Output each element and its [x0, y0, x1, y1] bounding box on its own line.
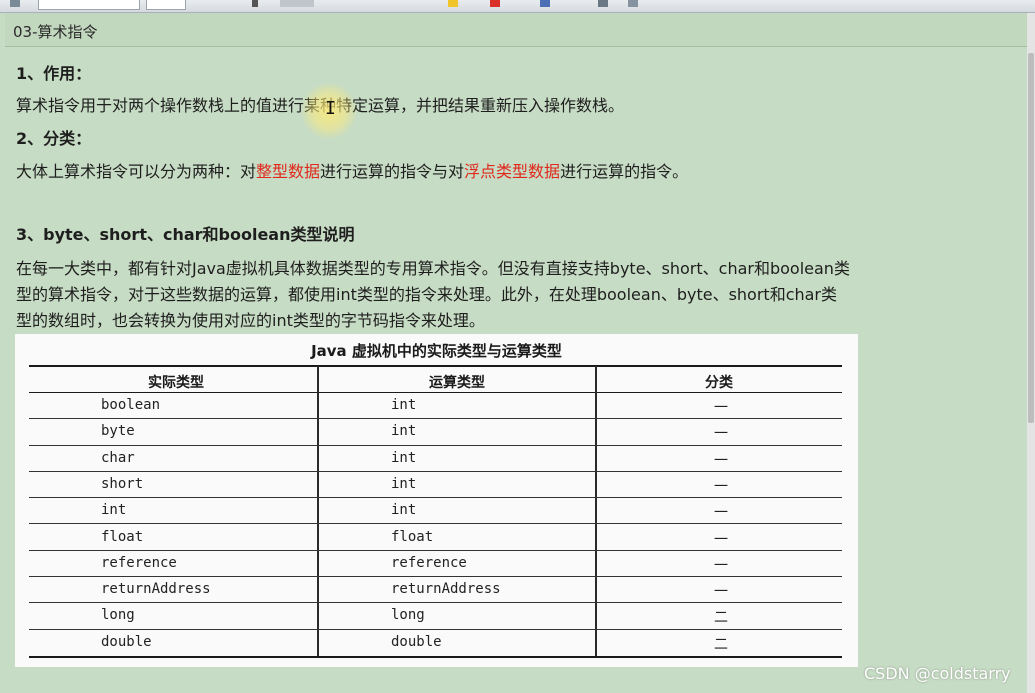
text-format-icon[interactable] — [252, 0, 258, 7]
computational-type-cell: returnAddress — [391, 581, 501, 598]
type-table-image: Java 虚拟机中的实际类型与运算类型 实际类型 运算类型 分类 boolean… — [15, 334, 858, 667]
computational-type-cell: float — [391, 528, 434, 545]
actual-type-cell: returnAddress — [101, 581, 211, 598]
actual-type-cell: long — [101, 607, 135, 624]
section2-text-b: 进行运算的指令与对 — [320, 162, 465, 181]
actual-type-cell: short — [101, 475, 144, 492]
actual-type-cell: double — [101, 633, 152, 650]
table-bottom-rule — [29, 656, 842, 658]
computational-type-cell: int — [391, 502, 417, 519]
note-title[interactable]: 03-算术指令 — [13, 21, 98, 42]
section2-text: 大体上算术指令可以分为两种：对整型数据进行运算的指令与对浮点类型数据进行运算的指… — [16, 158, 688, 182]
table-row: char int 一 — [15, 446, 858, 472]
category-cell: 二 — [714, 636, 728, 653]
table-row: double double 二 — [15, 630, 858, 656]
section3-line3: 型的数组时，也会转换为使用对应的int类型的字节码指令来处理。 — [16, 311, 485, 330]
table-row: reference reference 一 — [15, 551, 858, 578]
section1-heading: 1、作用： — [16, 64, 92, 83]
table-top-rule — [29, 365, 842, 367]
section2-text-c: 进行运算的指令。 — [560, 162, 689, 181]
actual-type-cell: int — [101, 502, 127, 519]
header-computational-type: 运算类型 — [429, 375, 485, 391]
align-icon[interactable] — [628, 0, 638, 7]
section3-line2: 型的算术指令，对于这些数据的运算，都使用int类型的指令来处理。此外，在处理bo… — [16, 285, 838, 304]
category-cell: 一 — [714, 452, 728, 469]
category-cell: 一 — [714, 505, 728, 522]
section2-heading: 2、分类： — [16, 129, 92, 148]
computational-type-cell: int — [391, 423, 417, 440]
computational-type-cell: int — [391, 449, 417, 466]
format-button[interactable] — [280, 0, 314, 7]
list-icon[interactable] — [540, 0, 550, 7]
table-caption: Java 虚拟机中的实际类型与运算类型 — [311, 342, 562, 360]
computational-type-cell: reference — [391, 554, 467, 571]
actual-type-cell: float — [101, 528, 144, 545]
category-cell: 二 — [714, 610, 728, 627]
computational-type-cell: double — [391, 633, 442, 650]
actual-type-cell: byte — [101, 423, 135, 440]
category-cell: 一 — [714, 557, 728, 574]
watermark: CSDN @coldstarry — [864, 664, 1011, 683]
note-title-bar: 03-算术指令 — [5, 13, 1027, 47]
table-row: boolean int 一 — [15, 393, 858, 420]
table-row: returnAddress returnAddress 一 — [15, 577, 858, 604]
section3-line1: 在每一大类中，都有针对Java虚拟机具体数据类型的专用算术指令。但没有直接支持b… — [16, 259, 850, 278]
font-size-box[interactable] — [146, 0, 186, 10]
computational-type-cell: int — [391, 397, 417, 413]
section2-text-a: 大体上算术指令可以分为两种：对 — [16, 162, 257, 181]
toolbar — [0, 0, 1035, 13]
back-icon[interactable] — [10, 0, 20, 7]
scrollbar-thumb[interactable] — [1028, 53, 1034, 423]
integer-data-highlight: 整型数据 — [256, 162, 321, 181]
table-row: short int 一 — [15, 472, 858, 499]
actual-type-cell: char — [101, 449, 135, 466]
category-cell: 一 — [714, 478, 728, 495]
computational-type-cell: int — [391, 475, 417, 492]
font-name-box[interactable] — [38, 0, 140, 10]
table-row: byte int 一 — [15, 419, 858, 446]
indent-icon[interactable] — [598, 0, 608, 7]
category-cell: 一 — [714, 426, 728, 443]
header-category: 分类 — [705, 375, 733, 391]
table-row: long long 二 — [15, 603, 858, 630]
highlight-icon[interactable] — [448, 0, 458, 7]
table-row: int int 一 — [15, 498, 858, 525]
category-cell: 一 — [714, 531, 728, 548]
vertical-scrollbar[interactable] — [1027, 13, 1035, 693]
section3-heading: 3、byte、short、char和boolean类型说明 — [16, 225, 355, 244]
header-actual-type: 实际类型 — [148, 375, 204, 391]
category-cell: 一 — [714, 400, 728, 416]
actual-type-cell: boolean — [101, 397, 161, 413]
computational-type-cell: long — [391, 607, 425, 624]
actual-type-cell: reference — [101, 554, 177, 571]
font-color-icon[interactable] — [490, 0, 500, 7]
category-cell: 一 — [714, 584, 728, 601]
text-cursor-icon: I — [325, 98, 336, 119]
table-row: float float 一 — [15, 525, 858, 551]
float-data-highlight: 浮点类型数据 — [464, 162, 561, 181]
